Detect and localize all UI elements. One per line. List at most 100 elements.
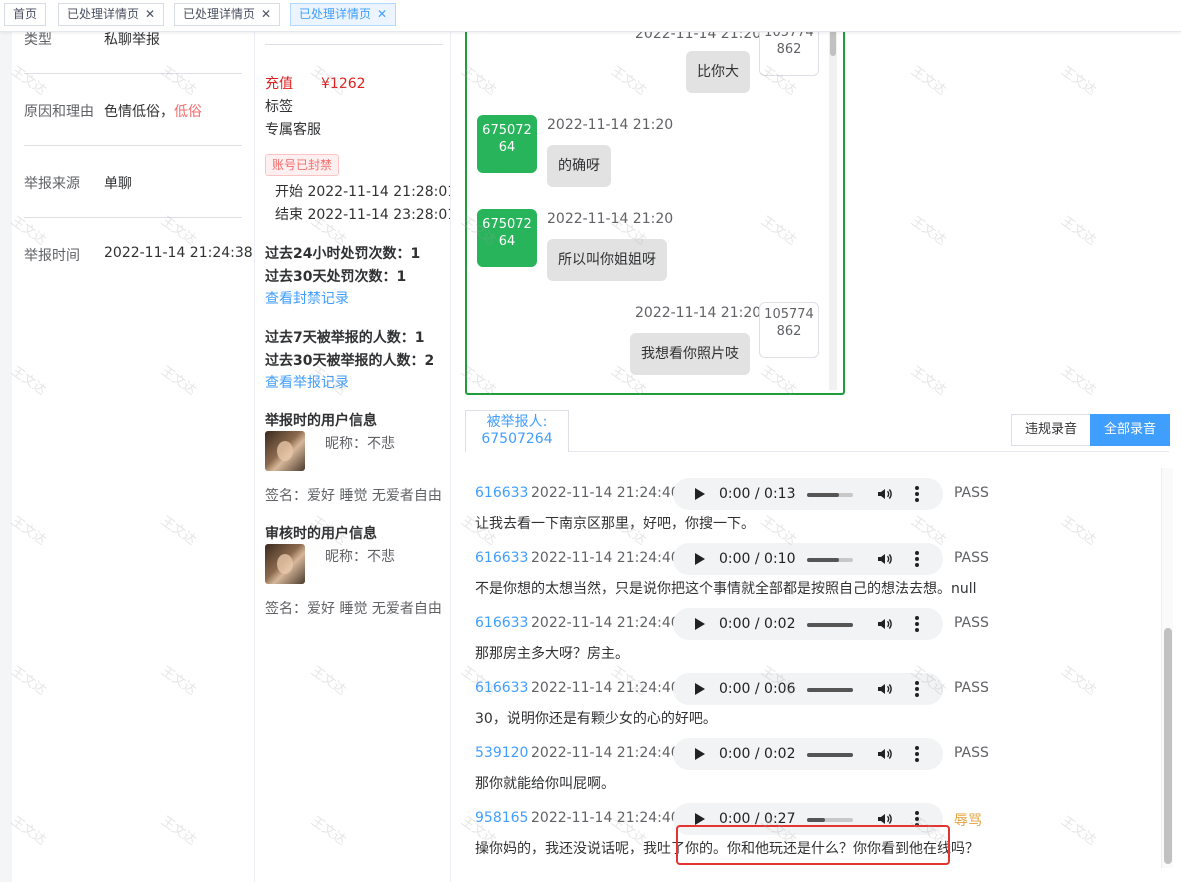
recording-user-id[interactable]: 616633 bbox=[475, 680, 528, 696]
report-time-user-info-title: 举报时的用户信息 bbox=[265, 413, 377, 429]
tab-processed-detail-3[interactable]: 已处理详情页 ✕ bbox=[290, 3, 397, 26]
avatar bbox=[265, 544, 305, 584]
audio-progress[interactable] bbox=[807, 753, 853, 757]
tab-processed-detail-1[interactable]: 已处理详情页 ✕ bbox=[58, 3, 165, 26]
more-options-icon[interactable] bbox=[915, 551, 919, 567]
close-icon[interactable]: ✕ bbox=[145, 4, 155, 25]
tab-bar: 首页 已处理详情页 ✕ 已处理详情页 ✕ 已处理详情页 ✕ bbox=[0, 0, 1181, 32]
more-options-icon[interactable] bbox=[915, 486, 919, 502]
volume-icon[interactable] bbox=[877, 681, 893, 697]
message-bubble: 我想看你照片吱 bbox=[630, 333, 750, 375]
volume-icon[interactable] bbox=[877, 551, 893, 567]
tab-reported-user[interactable]: 被举报人: 67507264 bbox=[465, 410, 569, 452]
account-banned-badge: 账号已封禁 bbox=[265, 154, 340, 176]
tab-label: 首页 bbox=[13, 7, 38, 21]
more-options-icon[interactable] bbox=[915, 746, 919, 762]
audio-progress[interactable] bbox=[807, 493, 853, 497]
more-options-icon[interactable] bbox=[915, 616, 919, 632]
chat-scrollbar[interactable] bbox=[829, 30, 837, 390]
play-icon[interactable] bbox=[695, 748, 705, 760]
type-label: 类型 bbox=[24, 32, 52, 48]
ban-end-time: 结束 2022-11-14 23:28:01 bbox=[275, 207, 457, 223]
audio-progress-fill bbox=[807, 493, 840, 497]
reason-value: 色情低俗，低俗 bbox=[104, 101, 202, 121]
audio-progress-fill bbox=[807, 688, 853, 692]
all-recordings-button[interactable]: 全部录音 bbox=[1090, 414, 1170, 446]
audio-progress[interactable] bbox=[807, 688, 853, 692]
recording-user-id[interactable]: 958165 bbox=[475, 810, 528, 826]
recording-time: 2022-11-14 21:24:40 bbox=[531, 615, 680, 631]
recording-user-id[interactable]: 616633 bbox=[475, 550, 528, 566]
reason-label: 原因和理由 bbox=[24, 104, 94, 120]
recording-time: 2022-11-14 21:24:40 bbox=[531, 680, 680, 696]
audio-player[interactable]: 0:00 / 0:06 bbox=[673, 673, 943, 705]
recordings-scrollbar[interactable] bbox=[1161, 468, 1173, 868]
play-icon[interactable] bbox=[695, 683, 705, 695]
recording-time: 2022-11-14 21:24:40 bbox=[531, 745, 680, 761]
message-bubble: 比你大 bbox=[686, 51, 750, 93]
recording-result: PASS bbox=[954, 680, 989, 696]
recording-row: 616633 2022-11-14 21:24:40 0:00 / 0:10 PASS… bbox=[465, 533, 1162, 598]
view-report-records-link[interactable]: 查看举报记录 bbox=[265, 372, 349, 392]
more-options-icon[interactable] bbox=[915, 681, 919, 697]
close-icon[interactable]: ✕ bbox=[261, 4, 271, 25]
audio-progress[interactable] bbox=[807, 818, 853, 822]
play-icon[interactable] bbox=[695, 618, 705, 630]
divider bbox=[24, 217, 242, 218]
recording-result: PASS bbox=[954, 550, 989, 566]
recording-transcript: 不是你想的太想当然，只是说你把这个事情就全部都是按照自己的想法去想。null bbox=[475, 581, 977, 597]
recording-transcript: 让我去看一下南京区那里，好吧，你搜一下。 bbox=[475, 516, 755, 532]
signature: 签名：爱好 睡觉 无爱者自由 bbox=[265, 601, 442, 617]
audio-progress[interactable] bbox=[807, 558, 853, 562]
audio-time: 0:00 / 0:02 bbox=[719, 746, 796, 762]
chat-history[interactable]: 2022-11-14 21:20 105774 862 比你大 675072 6… bbox=[465, 30, 845, 395]
audio-player[interactable]: 0:00 / 0:02 bbox=[673, 738, 943, 770]
penalty-24h-row: 过去24小时处罚次数：1 bbox=[265, 243, 420, 263]
sender-id-box: 105774 862 bbox=[759, 30, 819, 76]
review-time-user-info-title: 审核时的用户信息 bbox=[265, 526, 377, 542]
scrollbar-thumb[interactable] bbox=[1164, 628, 1172, 864]
play-icon[interactable] bbox=[695, 553, 705, 565]
audio-time: 0:00 / 0:02 bbox=[719, 616, 796, 632]
reason-highlight: 低俗 bbox=[174, 104, 202, 120]
reason-text: 色情低俗， bbox=[104, 104, 174, 120]
tab-home[interactable]: 首页 bbox=[4, 3, 47, 26]
recording-user-id[interactable]: 616633 bbox=[475, 615, 528, 631]
volume-icon[interactable] bbox=[877, 616, 893, 632]
volume-icon[interactable] bbox=[877, 486, 893, 502]
view-ban-records-link[interactable]: 查看封禁记录 bbox=[265, 288, 349, 308]
sender-id-box: 675072 64 bbox=[477, 115, 537, 173]
tab-processed-detail-2[interactable]: 已处理详情页 ✕ bbox=[174, 3, 281, 26]
tab-label: 已处理详情页 bbox=[183, 7, 256, 21]
volume-icon[interactable] bbox=[877, 746, 893, 762]
time-value: 2022-11-14 21:24:38 bbox=[104, 245, 253, 261]
recording-result: PASS bbox=[954, 745, 989, 761]
play-icon[interactable] bbox=[695, 488, 705, 500]
violation-highlight-box bbox=[676, 825, 950, 865]
message-time: 2022-11-14 21:20 bbox=[547, 211, 674, 227]
audio-player[interactable]: 0:00 / 0:10 bbox=[673, 543, 943, 575]
scrollbar-thumb[interactable] bbox=[830, 30, 836, 56]
source-label: 举报来源 bbox=[24, 176, 80, 192]
penalty-30d-label: 过去30天处罚次数： bbox=[265, 269, 397, 285]
reported-7d-row: 过去7天被举报的人数：1 bbox=[265, 327, 425, 347]
recording-user-id[interactable]: 616633 bbox=[475, 485, 528, 501]
divider bbox=[24, 145, 242, 146]
recording-user-id[interactable]: 539120 bbox=[475, 745, 528, 761]
audio-player[interactable]: 0:00 / 0:02 bbox=[673, 608, 943, 640]
dedicated-service-label: 专属客服 bbox=[265, 122, 321, 138]
violation-recordings-button[interactable]: 违规录音 bbox=[1011, 414, 1091, 446]
close-icon[interactable]: ✕ bbox=[377, 4, 387, 25]
penalty-30d-row: 过去30天处罚次数：1 bbox=[265, 266, 406, 286]
recording-result: PASS bbox=[954, 615, 989, 631]
play-icon[interactable] bbox=[695, 813, 705, 825]
reported-30d-row: 过去30天被举报的人数：2 bbox=[265, 350, 434, 370]
content-panel: 2022-11-14 21:20 105774 862 比你大 675072 6… bbox=[450, 30, 1181, 882]
audio-player[interactable]: 0:00 / 0:13 bbox=[673, 478, 943, 510]
message-time: 2022-11-14 21:20 bbox=[547, 117, 674, 133]
audio-time: 0:00 / 0:06 bbox=[719, 681, 796, 697]
reported-7d-value: 1 bbox=[414, 330, 425, 346]
audio-progress[interactable] bbox=[807, 623, 853, 627]
recording-time: 2022-11-14 21:24:40 bbox=[531, 550, 680, 566]
type-value: 私聊举报 bbox=[104, 32, 160, 48]
